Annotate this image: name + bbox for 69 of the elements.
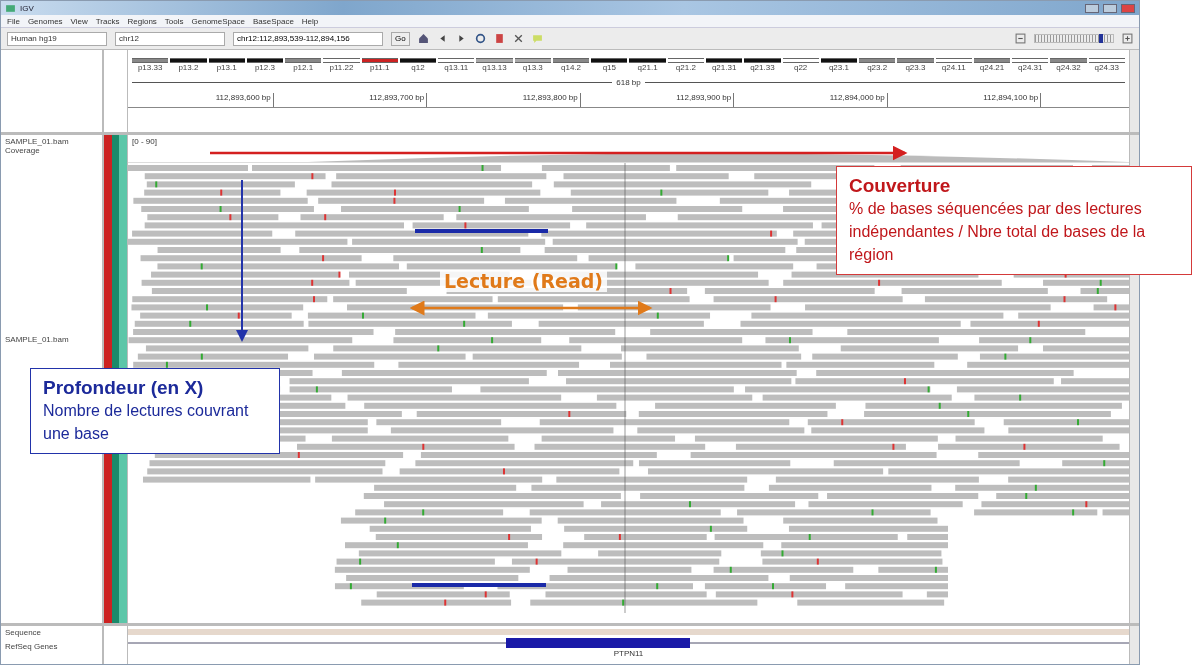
minimize-button[interactable] [1085,3,1099,13]
band-label: q24.21 [979,63,1005,72]
band-label: q24.11 [941,63,966,72]
band-label: q12 [411,63,425,72]
band-label: q22 [793,63,808,72]
band-label: p13.33 [137,63,163,72]
locus-field[interactable]: chr12:112,893,539-112,894,156 [233,31,383,46]
band-label: p12.3 [254,63,275,72]
track-name[interactable]: RefSeq Genes [1,640,102,654]
callout-title: Couverture [849,175,952,197]
track-name[interactable]: Sequence [1,626,102,640]
band-label: q21.1 [637,63,658,72]
refresh-icon[interactable] [474,33,486,44]
read-tooltip: Lecture (Read) [440,270,608,292]
band-label: q13.11 [444,63,469,72]
zoom-in-icon[interactable] [1122,33,1133,44]
menu-item[interactable]: Regions [127,16,157,26]
track-name[interactable]: SAMPLE_01.bam Coverage [1,135,102,163]
band-label: q21.2 [675,63,696,72]
scrollbar[interactable] [1129,626,1139,664]
ruler-tick-label: 112,893,800 bp [522,93,581,107]
ruler-tick-label: 112,893,900 bp [676,93,735,107]
menu-item[interactable]: View [70,16,88,26]
band-label: q21.33 [750,63,775,72]
callout-text: % de bases séquencées par des lectures indépendantes / Nbre total de bases de la région [849,199,1147,265]
ruler-tick-label: 112,894,100 bp [983,93,1042,107]
band-label: q23.3 [905,63,926,72]
menu-item[interactable]: Tools [164,16,184,26]
home-icon[interactable] [417,33,429,44]
band-label: p13.1 [216,63,237,72]
scrollbar[interactable] [1129,50,1139,132]
band-label: q21.31 [711,63,737,72]
band-label: q13.3 [522,63,543,72]
zoom-out-icon[interactable] [1015,33,1026,44]
band-label: q23.1 [828,63,849,72]
band-label: p11.1 [370,63,390,72]
menu-item[interactable]: Genomes [27,16,63,26]
maximize-button[interactable] [1103,3,1117,13]
chromosome-dropdown[interactable]: chr12 [115,31,225,46]
coverage-range: [0 - 90] [132,137,157,146]
menu-item[interactable]: GenomeSpace [191,16,245,26]
band-label: p12.1 [293,63,314,72]
band-label: p11.22 [329,63,354,72]
close-icon[interactable] [512,33,524,44]
track-name[interactable]: SAMPLE_01.bam [1,333,102,347]
go-button[interactable]: Go [391,31,410,46]
menu-item[interactable]: Help [301,16,319,26]
callout-text: Nombre de lectures couvrant une base [43,401,250,444]
genome-dropdown[interactable]: Human hg19 [7,31,107,46]
menu-item[interactable]: File [7,16,20,26]
gene-label: PTPN11 [613,649,644,658]
band-label: p13.2 [178,63,199,72]
band-label: q23.2 [867,63,888,72]
callout-title: Profondeur (en X) [43,377,205,399]
window-title: IGV [20,3,34,13]
band-label: q24.32 [1056,63,1081,72]
band-label: q15 [602,63,616,72]
ruler-tick-label: 112,893,600 bp [215,93,274,107]
band-label: q13.13 [482,63,507,72]
band-label: q14.2 [561,63,582,72]
span-label: 618 bp [616,78,641,87]
app-icon [5,2,16,14]
ruler-tick-label: 112,893,700 bp [369,93,428,107]
menu-item[interactable]: Tracks [95,16,120,26]
band-label: q24.31 [1018,63,1043,72]
band-label: q24.33 [1094,63,1119,72]
zoom-slider[interactable] [1034,34,1114,43]
menu-item[interactable]: BaseSpace [252,16,294,26]
ruler-tick-label: 112,894,000 bp [829,93,888,107]
